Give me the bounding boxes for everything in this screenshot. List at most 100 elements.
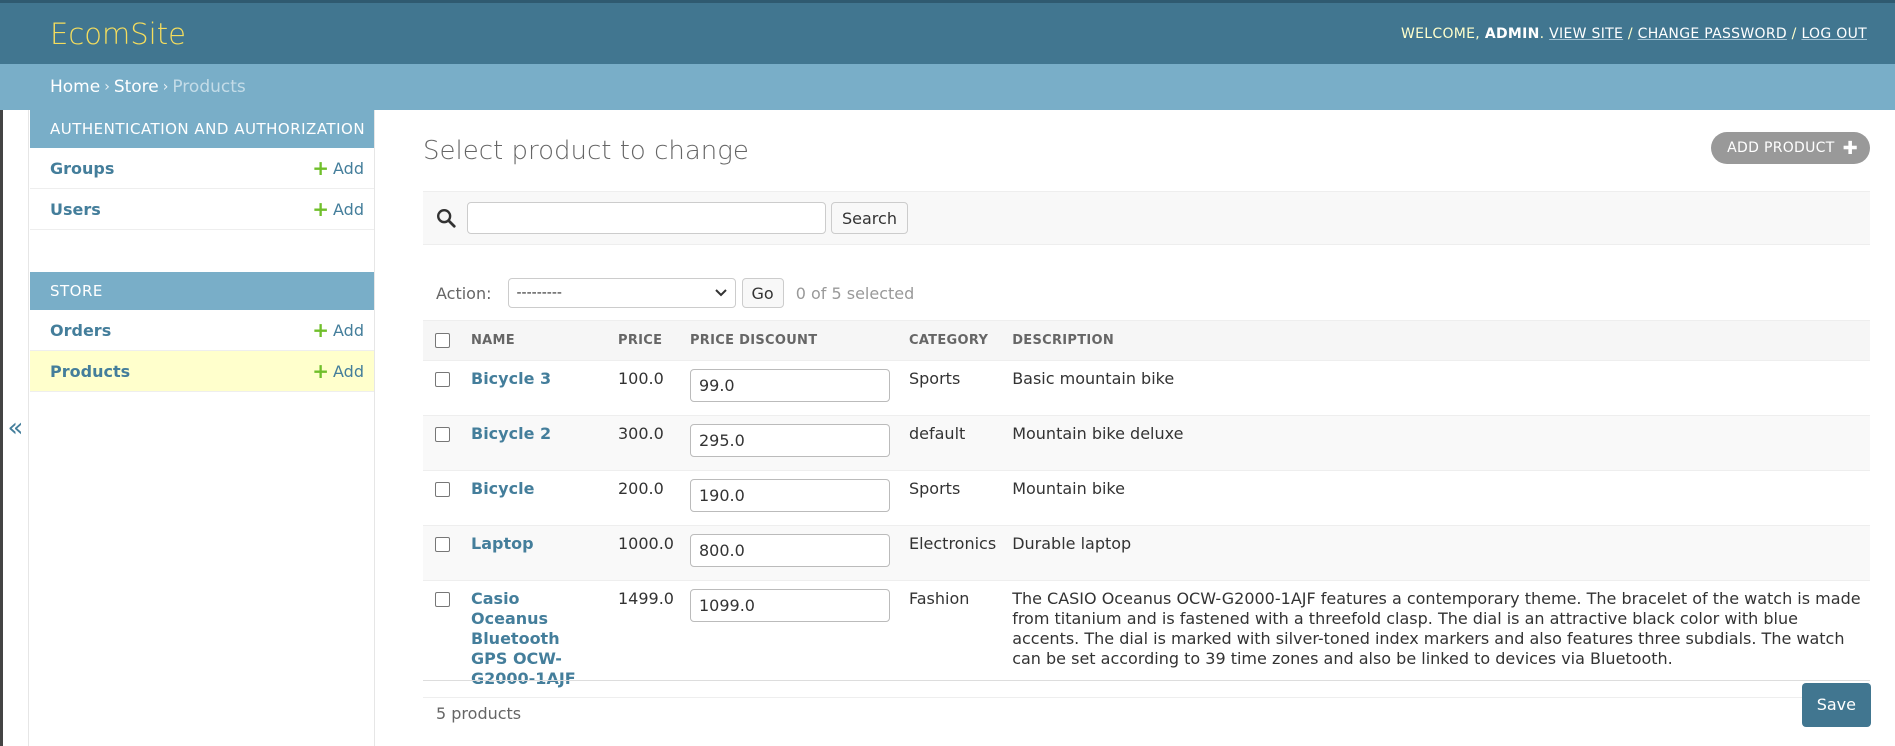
description-cell: Basic mountain bike [1004, 360, 1870, 416]
sidebar-item-products: Products + Add [30, 351, 374, 392]
view-site-link[interactable]: VIEW SITE [1549, 26, 1623, 42]
plus-icon: + [312, 318, 330, 342]
add-label: Add [333, 320, 364, 340]
content: Select product to change ADD PRODUCT ✚ S… [423, 110, 1871, 746]
select-all-checkbox[interactable] [435, 332, 450, 348]
sidebar-item-label[interactable]: Groups [50, 159, 114, 178]
header: EcomSite WELCOME, ADMIN. VIEW SITE / CHA… [0, 0, 1895, 64]
description-cell: Mountain bike deluxe [1004, 415, 1870, 471]
row-checkbox[interactable] [435, 537, 450, 552]
discount-cell: 99.0 [681, 360, 901, 416]
product-name-link[interactable]: Bicycle 3 [471, 369, 587, 389]
plus-icon: + [312, 197, 330, 221]
plus-icon: ✚ [1842, 137, 1858, 159]
module-auth: AUTHENTICATION AND AUTHORIZATION Groups … [30, 110, 374, 230]
product-name-link[interactable]: Bicycle [471, 479, 587, 499]
table-row: Laptop 1000.0 800.0 Electronics Durable … [423, 525, 1870, 581]
action-label: Action: [436, 283, 492, 303]
row-checkbox[interactable] [435, 592, 450, 607]
price-cell: 100.0 [610, 360, 682, 416]
search-input[interactable] [467, 202, 826, 234]
discount-cell: 190.0 [681, 470, 901, 526]
sidebar-item-label[interactable]: Products [50, 362, 130, 381]
column-header-description[interactable]: DESCRIPTION [1004, 320, 1870, 361]
category-cell: Electronics [900, 525, 1005, 581]
sidebar-item-groups: Groups + Add [30, 148, 374, 189]
add-orders-link[interactable]: + Add [312, 320, 364, 340]
column-header-name[interactable]: NAME [463, 320, 610, 361]
table-row: Bicycle 200.0 190.0 Sports Mountain bike [423, 470, 1870, 526]
price-cell: 300.0 [610, 415, 682, 471]
plus-icon: + [312, 359, 330, 383]
add-label: Add [333, 199, 364, 219]
add-products-link[interactable]: + Add [312, 361, 364, 381]
username: ADMIN [1484, 25, 1540, 42]
page-title: Select product to change [423, 136, 749, 166]
row-checkbox[interactable] [435, 427, 450, 442]
action-select-value: --------- [516, 285, 562, 301]
add-label: Add [333, 361, 364, 381]
search-button[interactable]: Search [831, 202, 908, 234]
result-table: NAME PRICE PRICE DISCOUNT CATEGORY DESCR… [423, 320, 1870, 698]
row-select-cell [423, 525, 463, 581]
product-name-link[interactable]: Casio Oceanus Bluetooth GPS OCW-G2000-1A… [471, 589, 587, 689]
breadcrumb: Home › Store › Products [0, 64, 1895, 110]
column-header-price[interactable]: PRICE [610, 320, 682, 361]
sidebar-item-label[interactable]: Orders [50, 321, 111, 340]
toggle-sidebar-button[interactable]: « [3, 110, 29, 746]
action-counter: 0 of 5 selected [795, 283, 915, 303]
price-discount-input[interactable]: 99.0 [689, 369, 890, 402]
chevron-down-icon [714, 289, 727, 297]
breadcrumb-current: Products [172, 77, 246, 97]
table-header-row: NAME PRICE PRICE DISCOUNT CATEGORY DESCR… [423, 320, 1870, 361]
product-name-link[interactable]: Bicycle 2 [471, 424, 587, 444]
module-caption[interactable]: STORE [30, 272, 374, 310]
go-button[interactable]: Go [741, 278, 784, 308]
add-users-link[interactable]: + Add [312, 199, 364, 219]
name-cell: Bicycle 2 [463, 415, 610, 471]
welcome-text: WELCOME, [1400, 25, 1481, 42]
add-product-button[interactable]: ADD PRODUCT ✚ [1711, 132, 1870, 164]
action-select[interactable]: --------- [507, 278, 736, 308]
nav-sidebar: AUTHENTICATION AND AUTHORIZATION Groups … [0, 110, 375, 746]
log-out-link[interactable]: LOG OUT [1801, 26, 1867, 42]
plus-icon: + [312, 156, 330, 180]
change-password-link[interactable]: CHANGE PASSWORD [1638, 26, 1787, 42]
description-cell: Mountain bike [1004, 470, 1870, 526]
category-cell: Sports [900, 470, 1005, 526]
price-discount-input[interactable]: 800.0 [689, 534, 890, 567]
category-cell: Sports [900, 360, 1005, 416]
price-cell: 200.0 [610, 470, 682, 526]
column-header-category[interactable]: CATEGORY [900, 320, 1005, 361]
price-discount-input[interactable]: 295.0 [689, 424, 890, 457]
discount-cell: 295.0 [681, 415, 901, 471]
add-groups-link[interactable]: + Add [312, 158, 364, 178]
add-product-label: ADD PRODUCT [1727, 140, 1835, 156]
sidebar-item-users: Users + Add [30, 189, 374, 230]
search-icon [437, 209, 456, 228]
price-discount-input[interactable]: 1099.0 [689, 589, 890, 622]
table-row: Bicycle 3 100.0 99.0 Sports Basic mounta… [423, 360, 1870, 416]
breadcrumb-store[interactable]: Store [114, 77, 159, 97]
row-checkbox[interactable] [435, 372, 450, 387]
column-header-price-discount[interactable]: PRICE DISCOUNT [681, 320, 901, 361]
row-checkbox[interactable] [435, 482, 450, 497]
row-select-cell [423, 470, 463, 526]
breadcrumb-home[interactable]: Home [50, 77, 100, 97]
name-cell: Laptop [463, 525, 610, 581]
select-all-cell [423, 320, 463, 361]
paginator: 5 products Save [423, 680, 1871, 746]
result-count: 5 products [436, 704, 522, 723]
product-name-link[interactable]: Laptop [471, 534, 587, 554]
table-row: Bicycle 2 300.0 295.0 default Mountain b… [423, 415, 1870, 471]
add-label: Add [333, 158, 364, 178]
site-name[interactable]: EcomSite [50, 17, 186, 51]
name-cell: Bicycle [463, 470, 610, 526]
discount-cell: 800.0 [681, 525, 901, 581]
actions-bar: Action: --------- Go 0 of 5 selected [423, 274, 914, 312]
module-caption[interactable]: AUTHENTICATION AND AUTHORIZATION [30, 110, 374, 148]
sidebar-item-label[interactable]: Users [50, 200, 101, 219]
save-button[interactable]: Save [1801, 682, 1871, 727]
price-discount-input[interactable]: 190.0 [689, 479, 890, 512]
name-cell: Bicycle 3 [463, 360, 610, 416]
